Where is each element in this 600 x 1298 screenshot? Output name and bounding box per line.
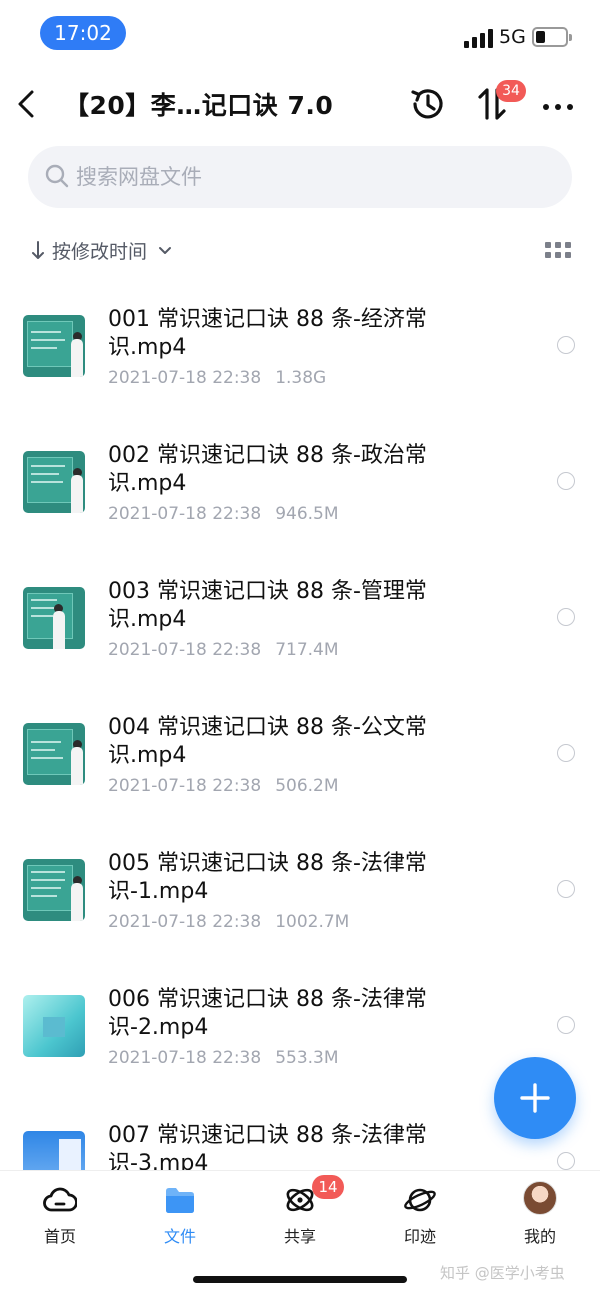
search-icon <box>45 164 69 188</box>
video-thumbnail <box>23 1131 85 1170</box>
video-thumbnail <box>23 315 85 377</box>
nav-header: 【20】李…记口诀 7.0 34 <box>0 70 600 140</box>
file-meta: 2021-07-18 22:38 946.5M <box>108 504 339 524</box>
file-name: 004 常识速记口诀 88 条-公文常识.mp4 <box>108 715 427 768</box>
file-date: 2021-07-18 22:38 <box>108 776 262 796</box>
battery-icon <box>532 27 572 47</box>
file-meta: 2021-07-18 22:38 717.4M <box>108 640 339 660</box>
history-icon[interactable] <box>408 84 448 124</box>
avatar <box>523 1181 557 1215</box>
file-size: 506.2M <box>275 776 339 796</box>
video-thumbnail <box>23 587 85 649</box>
sort-label: 按修改时间 <box>52 240 148 263</box>
file-name: 003 常识速记口诀 88 条-管理常识.mp4 <box>108 579 427 632</box>
status-bar: 17:02 5G <box>0 0 600 70</box>
file-row[interactable]: 004 常识速记口诀 88 条-公文常识.mp4 2021-07-18 22:3… <box>0 686 600 822</box>
file-name: 005 常识速记口诀 88 条-法律常识-1.mp4 <box>108 851 427 904</box>
select-checkbox[interactable] <box>557 336 575 354</box>
file-size: 1002.7M <box>275 912 350 932</box>
tab-label: 我的 <box>523 1227 556 1246</box>
status-time: 17:02 <box>40 16 126 50</box>
file-name: 006 常识速记口诀 88 条-法律常识-2.mp4 <box>108 987 427 1040</box>
add-button[interactable] <box>494 1057 576 1139</box>
file-list: 001 常识速记口诀 88 条-经济常识.mp4 2021-07-18 22:3… <box>0 278 600 1170</box>
video-thumbnail <box>23 859 85 921</box>
file-date: 2021-07-18 22:38 <box>108 504 262 524</box>
video-thumbnail <box>23 451 85 513</box>
tab-files[interactable]: 文件 <box>130 1171 230 1249</box>
select-checkbox[interactable] <box>557 744 575 762</box>
signal-icon <box>464 28 494 48</box>
file-meta: 2021-07-18 22:38 553.3M <box>108 1048 339 1068</box>
select-checkbox[interactable] <box>557 1152 575 1170</box>
video-thumbnail <box>23 723 85 785</box>
arrow-down-icon <box>32 241 44 259</box>
file-name: 007 常识速记口诀 88 条-法律常识-3.mp4 <box>108 1123 427 1170</box>
back-icon[interactable] <box>12 84 42 124</box>
tab-profile[interactable]: 我的 <box>490 1171 590 1249</box>
file-meta: 2021-07-18 22:38 1002.7M <box>108 912 349 932</box>
file-date: 2021-07-18 22:38 <box>108 640 262 660</box>
watermark: 知乎 @医学小考虫 <box>440 1264 565 1282</box>
file-size: 553.3M <box>275 1048 339 1068</box>
tab-label: 共享 <box>283 1227 316 1246</box>
file-size: 1.38G <box>275 368 327 388</box>
select-checkbox[interactable] <box>557 472 575 490</box>
share-badge: 14 <box>312 1175 344 1199</box>
chevron-down-icon <box>159 247 172 254</box>
tab-home[interactable]: 首页 <box>10 1171 110 1249</box>
select-checkbox[interactable] <box>557 1016 575 1034</box>
cloud-icon <box>43 1187 77 1212</box>
file-row[interactable]: 002 常识速记口诀 88 条-政治常识.mp4 2021-07-18 22:3… <box>0 414 600 550</box>
file-row[interactable]: 003 常识速记口诀 88 条-管理常识.mp4 2021-07-18 22:3… <box>0 550 600 686</box>
file-date: 2021-07-18 22:38 <box>108 1048 262 1068</box>
network-label: 5G <box>499 26 526 48</box>
tab-traces[interactable]: 印迹 <box>370 1171 470 1249</box>
file-size: 717.4M <box>275 640 339 660</box>
page-title: 【20】李…记口诀 7.0 <box>64 91 334 120</box>
plus-icon <box>520 1083 550 1113</box>
file-row[interactable]: 001 常识速记口诀 88 条-经济常识.mp4 2021-07-18 22:3… <box>0 278 600 414</box>
file-name: 001 常识速记口诀 88 条-经济常识.mp4 <box>108 307 427 360</box>
sort-control[interactable]: 按修改时间 <box>30 232 173 268</box>
planet-icon <box>404 1188 436 1212</box>
file-row[interactable]: 005 常识速记口诀 88 条-法律常识-1.mp4 2021-07-18 22… <box>0 822 600 958</box>
tab-label: 印迹 <box>403 1227 436 1246</box>
select-checkbox[interactable] <box>557 880 575 898</box>
transfer-badge: 34 <box>496 80 526 102</box>
grid-view-icon[interactable] <box>545 240 571 260</box>
file-date: 2021-07-18 22:38 <box>108 912 262 932</box>
tab-label: 文件 <box>163 1227 196 1246</box>
file-name: 002 常识速记口诀 88 条-政治常识.mp4 <box>108 443 427 496</box>
home-indicator <box>193 1276 407 1283</box>
more-icon[interactable] <box>538 86 578 126</box>
file-meta: 2021-07-18 22:38 506.2M <box>108 776 339 796</box>
video-thumbnail <box>23 995 85 1057</box>
tab-label: 首页 <box>43 1227 76 1246</box>
folder-icon <box>166 1188 194 1213</box>
search-input[interactable] <box>76 146 546 208</box>
file-date: 2021-07-18 22:38 <box>108 368 262 388</box>
file-size: 946.5M <box>275 504 339 524</box>
file-meta: 2021-07-18 22:38 1.38G <box>108 368 326 388</box>
select-checkbox[interactable] <box>557 608 575 626</box>
search-bar[interactable] <box>28 146 572 208</box>
